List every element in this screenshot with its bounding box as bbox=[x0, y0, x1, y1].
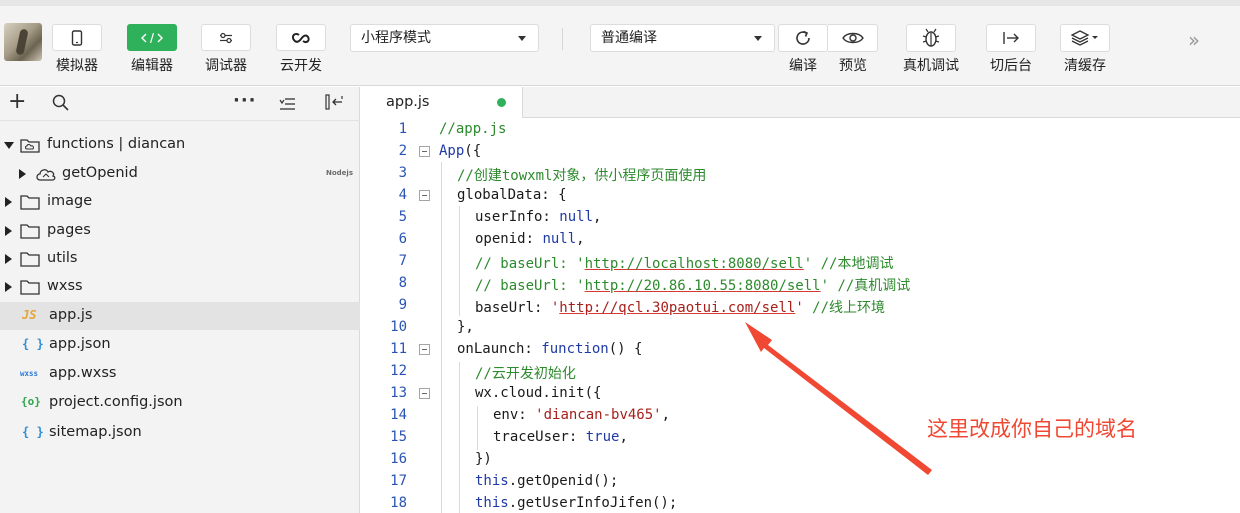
annotation-text: 这里改成你自己的域名 bbox=[927, 417, 1137, 441]
